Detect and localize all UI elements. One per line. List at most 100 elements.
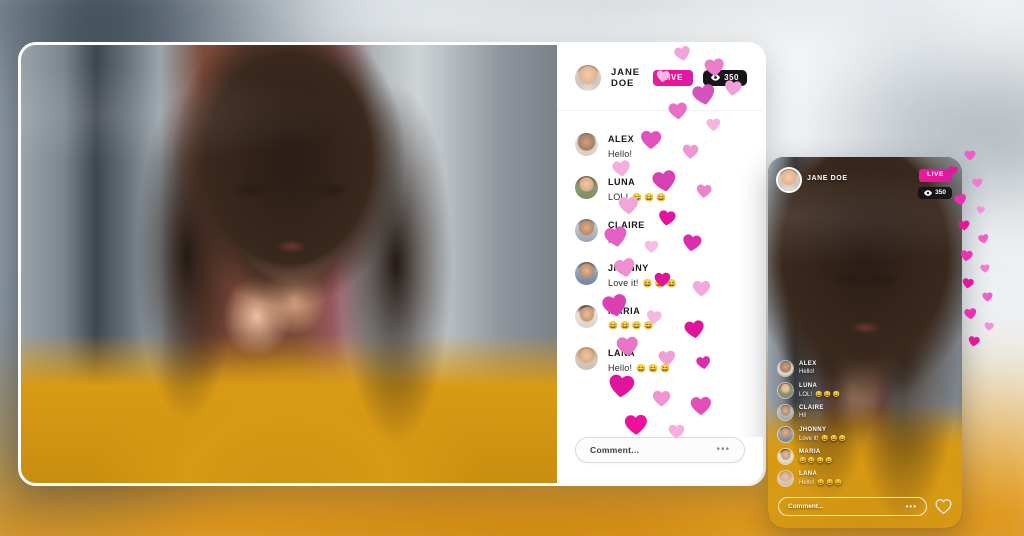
mobile-comment-item: CLAIRE Hi! [778,405,952,420]
comment-text: Love it! [608,278,639,288]
mobile-comment-body: MARIA 😄😄😄😄 [799,449,834,464]
viewer-count-badge: 350 [703,69,747,86]
mobile-comment-placeholder: Comment... [788,503,824,510]
live-badge: LIVE [652,69,694,86]
mobile-viewer-count-badge: 350 [918,186,952,199]
comment-text-row: LOL! 😄😄😄 [799,391,842,399]
commenter-name: LUNA [799,383,818,389]
comment-text: Hello! [608,363,633,373]
comment-emojis: 😄😄😄😄 [799,458,835,464]
commenter-avatar[interactable] [778,361,793,376]
comment-body: CLAIRE Hi! [608,219,645,245]
host-avatar[interactable] [575,64,601,91]
commenter-avatar[interactable] [575,176,598,199]
mobile-comment-body: ALEX Hello! [799,361,817,375]
comment-text: Hello! [799,479,815,486]
comment-text-row: 😄😄😄😄 [608,321,656,330]
commenter-name: JHONNY [608,263,649,273]
streamer-video-frame [21,45,557,483]
comment-body: LUNA LOL! 😄😄😄 [608,176,668,202]
commenter-avatar[interactable] [575,219,598,242]
commenter-name: JHONNY [799,427,827,433]
mobile-badges: LIVE 350 [918,169,952,199]
viewer-count-value: 350 [724,72,739,82]
comment-emojis: 😄😄😄 [815,392,842,398]
commenter-avatar[interactable] [575,347,598,370]
comment-item: ALEX Hello! [575,133,745,159]
comment-text: Hi! [799,413,807,419]
commenter-name: LUNA [608,177,636,187]
comment-item: CLAIRE Hi! [575,219,745,245]
comment-body: LANA Hello! 😄😄😄 [608,347,672,373]
chat-panel: JANE DOE LIVE 350 ALEX Hello! LUNA LOL! 😄😄😄 C… [557,45,763,483]
mobile-host-name: JANE DOE [807,175,848,182]
mobile-comment-item: MARIA 😄😄😄😄 [778,449,952,464]
mobile-comment-item: ALEX Hello! [778,361,952,376]
comment-text-row: 😄😄😄😄 [799,457,834,464]
video-player[interactable] [21,45,557,483]
mobile-comment-body: CLAIRE Hi! [799,405,824,419]
commenter-avatar[interactable] [575,262,598,285]
comment-emojis: 😄😄😄😄 [608,321,656,330]
comment-body: ALEX Hello! [608,133,634,159]
desktop-livestream-card: JANE DOE LIVE 350 ALEX Hello! LUNA LOL! 😄😄😄 C… [18,42,766,486]
commenter-avatar[interactable] [575,133,598,156]
mobile-stream-header: JANE DOE LIVE 350 [768,157,962,199]
mobile-comment-input[interactable]: Comment... ••• [778,497,927,516]
comment-item: LANA Hello! 😄😄😄 [575,347,745,373]
comment-emojis: 😄😄😄 [636,363,673,373]
commenter-avatar[interactable] [778,383,793,398]
commenter-name: MARIA [799,449,821,455]
eye-icon [924,189,933,196]
comment-text-row: Love it! 😄😄😄 [608,278,679,288]
comment-item: LUNA LOL! 😄😄😄 [575,176,745,202]
host-name: JANE DOE [611,66,640,89]
mobile-comment-body: JHONNY Love it! 😄😄😄 [799,427,848,442]
mobile-overlay: JANE DOE LIVE 350 ALEX Hello! LUNA LOL! 😄😄😄 C… [768,157,962,528]
comment-item: JHONNY Love it! 😄😄😄 [575,262,745,288]
mobile-live-badge: LIVE [919,169,952,182]
comments-list: ALEX Hello! LUNA LOL! 😄😄😄 CLAIRE Hi! JHONNY Love… [557,111,763,437]
commenter-avatar[interactable] [778,449,793,464]
comment-text-row: Hi! [608,235,645,245]
comment-text: LOL! [608,192,629,202]
stream-header: JANE DOE LIVE 350 [557,45,763,111]
comment-text-row: Hello! 😄😄😄 [799,479,844,487]
commenter-name: LANA [608,348,636,358]
mobile-comment-item: JHONNY Love it! 😄😄😄 [778,427,952,442]
comment-text: Hello! [799,369,815,375]
comment-item: MARIA 😄😄😄😄 [575,305,745,330]
comment-composer: Comment... ••• [557,437,763,483]
comment-text-row: Hello! 😄😄😄 [608,363,672,373]
commenter-name: CLAIRE [608,220,645,230]
comment-body: JHONNY Love it! 😄😄😄 [608,262,679,288]
commenter-name: CLAIRE [799,405,824,411]
heart-outline-icon[interactable] [935,499,952,514]
comment-emojis: 😄😄😄 [632,192,669,202]
commenter-avatar[interactable] [575,305,598,328]
mobile-comment-body: LUNA LOL! 😄😄😄 [799,383,841,398]
commenter-name: ALEX [799,361,817,367]
comment-emojis: 😄😄😄 [817,480,844,486]
commenter-avatar[interactable] [778,471,793,486]
comment-text-row: Hello! [799,369,817,375]
commenter-avatar[interactable] [778,427,793,442]
comment-emojis: 😄😄😄 [821,436,848,442]
mobile-viewer-count-value: 350 [935,188,946,196]
mobile-comments-list: ALEX Hello! LUNA LOL! 😄😄😄 CLAIRE Hi! JHONNY Love… [768,361,962,486]
mobile-comment-item: LUNA LOL! 😄😄😄 [778,383,952,398]
commenter-name: ALEX [608,134,635,144]
mobile-video-spacer [768,199,962,361]
comment-text: Love it! [799,435,819,442]
mobile-host-avatar[interactable] [778,169,800,191]
comment-body: MARIA 😄😄😄😄 [608,305,656,330]
mobile-comment-body: LANA Hello! 😄😄😄 [799,471,844,486]
comment-text-row: Hello! [608,149,634,159]
comment-text: Hello! [608,149,633,159]
mobile-livestream-mockup: JANE DOE LIVE 350 ALEX Hello! LUNA LOL! 😄😄😄 C… [768,157,962,528]
commenter-avatar[interactable] [778,405,793,420]
comment-input[interactable]: Comment... ••• [575,437,745,463]
mobile-comment-item: LANA Hello! 😄😄😄 [778,471,952,486]
comment-text-row: Love it! 😄😄😄 [799,435,848,443]
comment-input-placeholder: Comment... [590,445,640,455]
